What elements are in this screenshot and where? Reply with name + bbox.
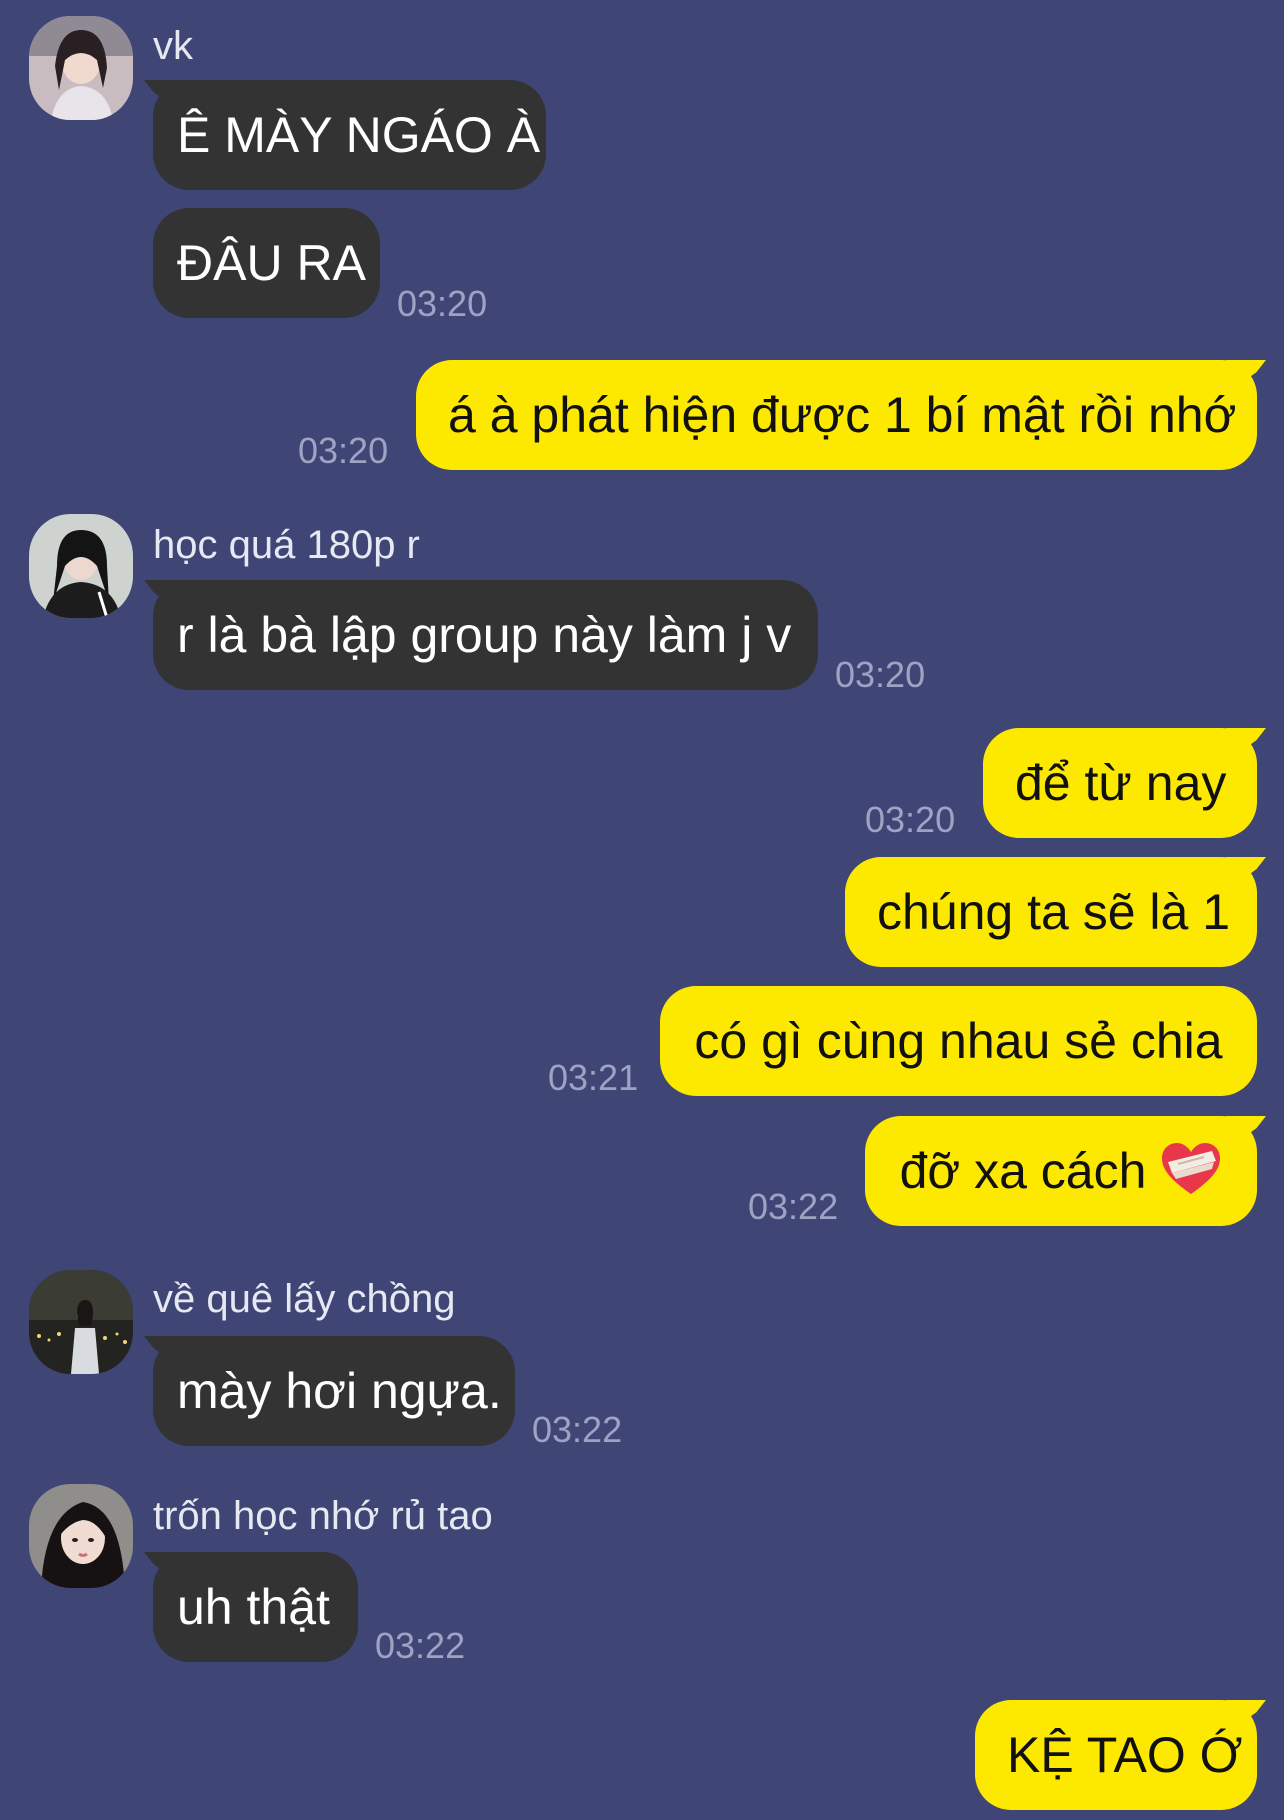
timestamp: 03:22 — [748, 1186, 839, 1227]
message-text: ĐÂU RA — [177, 235, 366, 291]
message-bubble[interactable]: á à phát hiện được 1 bí mật rồi nhớ — [416, 360, 1257, 470]
timestamp: 03:22 — [532, 1409, 623, 1450]
timestamp: 03:21 — [548, 1057, 639, 1098]
message-bubble[interactable]: để từ nay — [983, 728, 1257, 838]
avatar[interactable] — [29, 16, 133, 120]
message-bubble[interactable]: uh thật — [153, 1552, 358, 1662]
message-text: á à phát hiện được 1 bí mật rồi nhớ — [448, 387, 1237, 443]
message-text: uh thật — [177, 1579, 330, 1635]
message-text: r là bà lập group này làm j v — [177, 607, 792, 663]
message-text: chúng ta sẽ là 1 — [877, 884, 1231, 940]
sender-name: vk — [153, 24, 193, 68]
timestamp: 03:22 — [375, 1625, 466, 1666]
sender-name: học quá 180p r — [153, 523, 420, 567]
message-bubble[interactable]: KỆ TAO Ớ — [975, 1700, 1257, 1810]
message-bubble[interactable]: ĐÂU RA — [153, 208, 380, 318]
message-bubble[interactable]: chúng ta sẽ là 1 — [845, 857, 1257, 967]
timestamp: 03:20 — [397, 283, 488, 324]
message-text: mày hơi ngựa. — [177, 1363, 502, 1419]
avatar[interactable] — [29, 1484, 133, 1588]
message-text: KỆ TAO Ớ — [1007, 1727, 1243, 1783]
message-text: để từ nay — [1015, 755, 1227, 811]
message-bubble[interactable]: đỡ xa cách — [865, 1116, 1257, 1226]
sender-name: trốn học nhớ rủ tao — [153, 1494, 493, 1538]
message-text: đỡ xa cách — [899, 1143, 1147, 1199]
message-text: có gì cùng nhau sẻ chia — [694, 1013, 1223, 1069]
sender-name: về quê lấy chồng — [153, 1277, 456, 1321]
chat-screen: { "messages": [ {"sender": "vk"}, {"text… — [0, 0, 1284, 1820]
message-bubble[interactable]: có gì cùng nhau sẻ chia — [660, 986, 1257, 1096]
message-bubble[interactable]: r là bà lập group này làm j v — [153, 580, 818, 690]
avatar[interactable] — [29, 1270, 133, 1374]
timestamp: 03:20 — [835, 654, 926, 695]
message-bubble[interactable]: mày hơi ngựa. — [153, 1336, 515, 1446]
message-bubble[interactable]: Ê MÀY NGÁO À — [153, 80, 546, 190]
avatar[interactable] — [29, 514, 133, 618]
timestamp: 03:20 — [298, 430, 389, 471]
message-text: Ê MÀY NGÁO À — [177, 107, 541, 163]
mending-heart-icon — [1160, 1142, 1222, 1196]
timestamp: 03:20 — [865, 799, 956, 840]
